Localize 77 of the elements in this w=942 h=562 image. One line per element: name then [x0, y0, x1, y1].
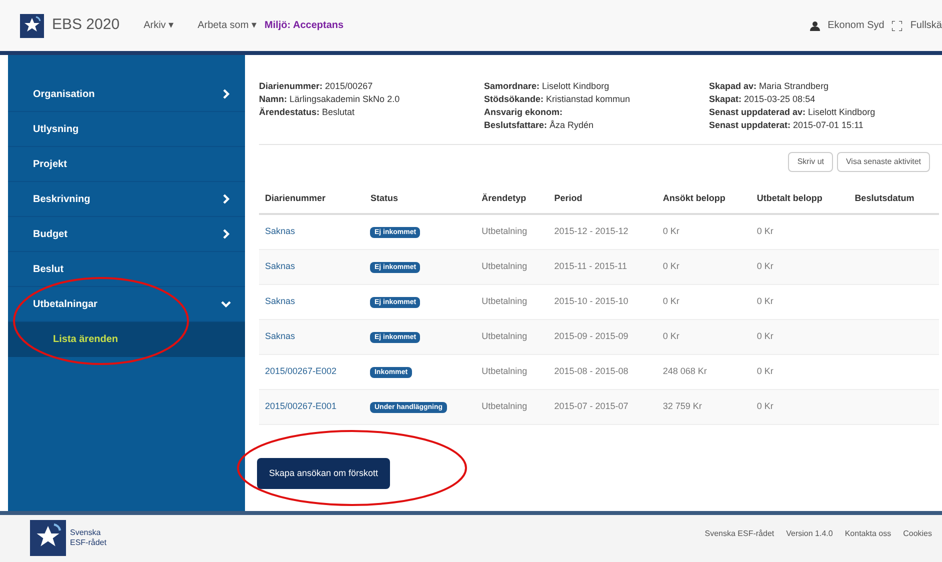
sidebar-item[interactable]: Organisation: [8, 77, 245, 112]
detail-field: Senast uppdaterat: 2015-07-01 15:11: [709, 119, 942, 132]
table-cell: Utbetalning: [476, 214, 548, 249]
user-icon: [810, 20, 820, 30]
footer-link[interactable]: Cookies: [903, 528, 932, 540]
environment-label: Miljö: Acceptans: [264, 19, 344, 33]
detail-field: Samordnare: Liselott Kindborg: [484, 80, 689, 93]
logo-text: Svenska ESF-rådet: [70, 528, 106, 548]
table-cell[interactable]: Saknas: [259, 249, 364, 284]
sidebar-item[interactable]: Beslut: [8, 252, 245, 287]
table-cell: 0 Kr: [750, 284, 849, 319]
star-logo-icon: [30, 520, 66, 556]
sidebar-subitem[interactable]: Lista ärenden: [8, 322, 245, 357]
table-cell[interactable]: Saknas: [259, 319, 364, 354]
action-button[interactable]: Visa senaste aktivitet: [836, 152, 930, 172]
user-name[interactable]: Ekonom Syd: [828, 18, 884, 33]
table-cell: 0 Kr: [750, 319, 849, 354]
action-button[interactable]: Skriv ut: [788, 152, 833, 172]
column-header: Status: [364, 184, 476, 214]
table-cell: 32 759 Kr: [656, 389, 751, 424]
table-cell[interactable]: 2015/00267-E001: [259, 389, 364, 424]
column-header: Ärendetyp: [476, 184, 548, 214]
create-advance-button[interactable]: Skapa ansökan om förskott: [257, 458, 390, 489]
star-logo-icon: [20, 14, 44, 38]
table-cell: 2015-09 - 2015-09: [548, 319, 657, 354]
table-cell[interactable]: Saknas: [259, 284, 364, 319]
chevron-right-icon: [221, 194, 231, 204]
detail-field: Beslutsfattare: Åza Rydén: [484, 119, 689, 132]
table-cell: 2015-07 - 2015-07: [548, 389, 657, 424]
chevron-right-icon: [221, 89, 231, 99]
table-cell: 0 Kr: [656, 214, 751, 249]
chevron-down-icon: [221, 299, 231, 309]
table-cell: 248 068 Kr: [656, 354, 751, 389]
expand-icon: [892, 20, 902, 30]
table-cell: 0 Kr: [750, 389, 849, 424]
brand-name[interactable]: EBS 2020: [52, 14, 120, 37]
menu-dropdown[interactable]: Arkiv ▾: [144, 18, 174, 33]
footer-link[interactable]: Kontakta oss: [844, 528, 892, 540]
detail-field: Ärendestatus: Beslutat: [259, 106, 464, 119]
table-cell: 0 Kr: [656, 249, 751, 284]
sidebar-item[interactable]: Projekt: [8, 147, 245, 182]
table-cell: 0 Kr: [750, 214, 849, 249]
table-cell: Utbetalning: [476, 284, 548, 319]
sidebar-item[interactable]: Beskrivning: [8, 182, 245, 217]
footer-link[interactable]: Version 1.4.0: [786, 528, 833, 540]
menu-dropdown[interactable]: Arbeta som ▾: [198, 18, 256, 33]
table-cell: 2015-08 - 2015-08: [548, 354, 657, 389]
table-cell: Utbetalning: [476, 389, 548, 424]
detail-field: Skapad av: Maria Strandberg: [709, 80, 942, 93]
chevron-right-icon: [221, 229, 231, 239]
table-cell[interactable]: Saknas: [259, 214, 364, 249]
sidebar-item[interactable]: Budget: [8, 217, 245, 252]
detail-field: Ansvarig ekonom:: [484, 106, 689, 119]
table-cell: 0 Kr: [656, 319, 751, 354]
column-header: Diarienummer: [259, 184, 364, 214]
table-cell[interactable]: 2015/00267-E002: [259, 354, 364, 389]
detail-field: Stödsökande: Kristianstad kommun: [484, 93, 689, 106]
table-cell: Utbetalning: [476, 249, 548, 284]
table-cell: 0 Kr: [656, 284, 751, 319]
detail-field: Skapat: 2015-03-25 08:54: [709, 93, 942, 106]
column-header: Beslutsdatum: [848, 184, 939, 214]
sidebar-item[interactable]: Utlysning: [8, 112, 245, 147]
column-header: Ansökt belopp: [656, 184, 751, 214]
table-cell: Utbetalning: [476, 319, 548, 354]
column-header: Period: [548, 184, 657, 214]
detail-field: Senast uppdaterad av: Liselott Kindborg: [709, 106, 942, 119]
detail-field: Namn: Lärlingsakademin SkNo 2.0: [259, 93, 464, 106]
table-cell: 2015-11 - 2015-11: [548, 249, 657, 284]
table-cell: Utbetalning: [476, 354, 548, 389]
fullscreen-link[interactable]: Fullskä: [910, 18, 942, 33]
table-cell: 2015-10 - 2015-10: [548, 284, 657, 319]
footer-link[interactable]: Svenska ESF-rådet: [704, 528, 774, 540]
column-header: Utbetalt belopp: [750, 184, 849, 214]
table-cell: 0 Kr: [750, 354, 849, 389]
table-cell: 2015-12 - 2015-12: [548, 214, 657, 249]
table-cell: 0 Kr: [750, 249, 849, 284]
detail-field: Diarienummer: 2015/00267: [259, 80, 464, 93]
